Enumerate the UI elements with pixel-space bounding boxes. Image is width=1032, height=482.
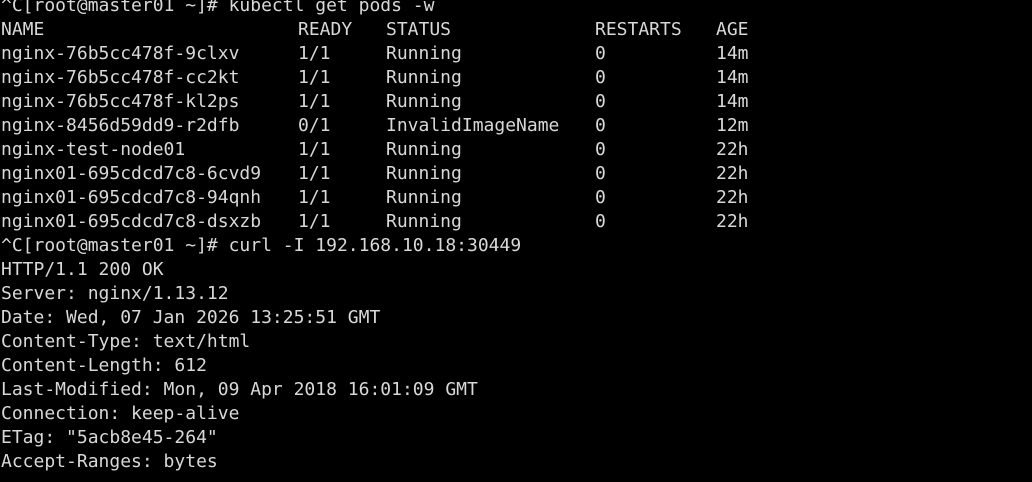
pod-status: Running xyxy=(386,67,462,88)
pod-status: Running xyxy=(386,163,462,184)
table-header: NAME READY STATUS RESTARTS AGE xyxy=(1,18,1032,42)
pod-name: nginx01-695cdcd7c8-dsxzb xyxy=(1,211,262,232)
http-status-line: HTTP/1.1 200 OK xyxy=(1,259,164,280)
table-row: nginx01-695cdcd7c8-94qnh 1/1 Running 0 2… xyxy=(1,186,1032,210)
http-header-content-length: Content-Length: 612 xyxy=(1,355,207,376)
pod-ready: 1/1 xyxy=(298,67,331,88)
pod-status: Running xyxy=(386,91,462,112)
pod-age: 12m xyxy=(716,115,749,136)
pod-age: 14m xyxy=(716,91,749,112)
header-status: STATUS xyxy=(386,19,452,40)
pod-restarts: 0 xyxy=(595,91,606,112)
output-line: Content-Length: 612 xyxy=(1,354,1032,378)
command-line: ^C[root@master01 ~]# kubectl get pods -w xyxy=(1,0,1032,18)
pod-name: nginx01-695cdcd7c8-6cvd9 xyxy=(1,163,262,184)
table-row: nginx-test-node01 1/1 Running 0 22h xyxy=(1,138,1032,162)
command-text: ^C[root@master01 ~]# kubectl get pods -w xyxy=(1,0,435,16)
http-header-accept-ranges: Accept-Ranges: bytes xyxy=(1,451,218,472)
terminal-window[interactable]: ^C[root@master01 ~]# kubectl get pods -w… xyxy=(0,0,1032,476)
pod-restarts: 0 xyxy=(595,115,606,136)
output-line: Connection: keep-alive xyxy=(1,402,1032,426)
output-line: Accept-Ranges: bytes xyxy=(1,450,1032,474)
header-restarts: RESTARTS xyxy=(595,19,682,40)
http-header-connection: Connection: keep-alive xyxy=(1,403,240,424)
pod-name: nginx-76b5cc478f-cc2kt xyxy=(1,67,240,88)
pod-restarts: 0 xyxy=(595,67,606,88)
pod-age: 22h xyxy=(716,139,749,160)
pod-status: Running xyxy=(386,43,462,64)
header-ready: READY xyxy=(298,19,353,40)
pod-age: 22h xyxy=(716,163,749,184)
output-line: ETag: "5acb8e45-264" xyxy=(1,426,1032,450)
http-header-server: Server: nginx/1.13.12 xyxy=(1,283,229,304)
table-row: nginx01-695cdcd7c8-dsxzb 1/1 Running 0 2… xyxy=(1,210,1032,234)
pod-ready: 1/1 xyxy=(298,211,331,232)
http-header-date: Date: Wed, 07 Jan 2026 13:25:51 GMT xyxy=(1,307,381,328)
http-header-last-modified: Last-Modified: Mon, 09 Apr 2018 16:01:09… xyxy=(1,379,478,400)
pod-status: InvalidImageName xyxy=(386,115,560,136)
pod-ready: 0/1 xyxy=(298,115,331,136)
pod-status: Running xyxy=(386,187,462,208)
pod-restarts: 0 xyxy=(595,211,606,232)
output-line: Last-Modified: Mon, 09 Apr 2018 16:01:09… xyxy=(1,378,1032,402)
table-row: nginx-8456d59dd9-r2dfb 0/1 InvalidImageN… xyxy=(1,114,1032,138)
output-line: Content-Type: text/html xyxy=(1,330,1032,354)
pod-ready: 1/1 xyxy=(298,139,331,160)
pod-ready: 1/1 xyxy=(298,163,331,184)
pod-name: nginx-8456d59dd9-r2dfb xyxy=(1,115,240,136)
command-text: ^C[root@master01 ~]# curl -I 192.168.10.… xyxy=(1,235,522,256)
pod-name: nginx01-695cdcd7c8-94qnh xyxy=(1,187,262,208)
command-line: ^C[root@master01 ~]# curl -I 192.168.10.… xyxy=(1,234,1032,258)
output-line: Date: Wed, 07 Jan 2026 13:25:51 GMT xyxy=(1,306,1032,330)
pod-restarts: 0 xyxy=(595,139,606,160)
table-row: nginx-76b5cc478f-kl2ps 1/1 Running 0 14m xyxy=(1,90,1032,114)
pod-restarts: 0 xyxy=(595,187,606,208)
pod-ready: 1/1 xyxy=(298,43,331,64)
output-line: Server: nginx/1.13.12 xyxy=(1,282,1032,306)
table-row: nginx-76b5cc478f-9clxv 1/1 Running 0 14m xyxy=(1,42,1032,66)
pod-age: 14m xyxy=(716,67,749,88)
table-row: nginx-76b5cc478f-cc2kt 1/1 Running 0 14m xyxy=(1,66,1032,90)
http-header-etag: ETag: "5acb8e45-264" xyxy=(1,427,218,448)
table-row: nginx01-695cdcd7c8-6cvd9 1/1 Running 0 2… xyxy=(1,162,1032,186)
http-header-content-type: Content-Type: text/html xyxy=(1,331,251,352)
pod-status: Running xyxy=(386,211,462,232)
pod-name: nginx-test-node01 xyxy=(1,139,186,160)
pod-age: 14m xyxy=(716,43,749,64)
pod-status: Running xyxy=(386,139,462,160)
pod-restarts: 0 xyxy=(595,43,606,64)
pod-ready: 1/1 xyxy=(298,91,331,112)
pod-name: nginx-76b5cc478f-kl2ps xyxy=(1,91,240,112)
pod-ready: 1/1 xyxy=(298,187,331,208)
pod-age: 22h xyxy=(716,211,749,232)
output-line: HTTP/1.1 200 OK xyxy=(1,258,1032,282)
pod-restarts: 0 xyxy=(595,163,606,184)
pod-name: nginx-76b5cc478f-9clxv xyxy=(1,43,240,64)
pod-age: 22h xyxy=(716,187,749,208)
header-age: AGE xyxy=(716,19,749,40)
header-name: NAME xyxy=(1,19,45,40)
